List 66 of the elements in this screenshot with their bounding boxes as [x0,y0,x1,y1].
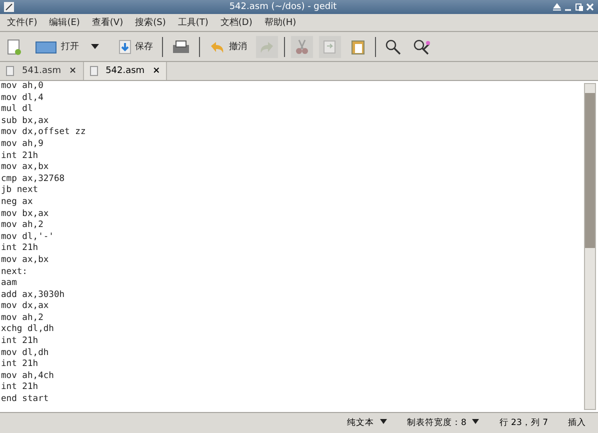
code-line: int 21h [1,150,40,162]
code-line: int 21h [1,382,40,394]
tab-width-selector[interactable]: 制表符宽度：8 [406,417,480,429]
menu-item[interactable]: 搜索(S) [135,16,166,29]
code-line: int 21h [1,336,40,348]
code-line: mov ah,2 [1,220,44,232]
cursor-position: 行 23，列 7 [499,417,548,429]
undo-icon [209,40,225,54]
code-line: jb next [1,185,40,197]
new-document-icon [7,38,21,54]
menu-item[interactable]: 工具(T) [178,16,208,29]
menu-item[interactable]: 帮助(H) [264,16,296,29]
code-line: mov dx,offset zz [1,127,87,139]
code-line: aam [1,278,18,290]
code-line: mov dl,'-' [1,232,55,243]
code-line: mov ax,bx [1,162,50,174]
code-line: sub bx,ax [1,116,50,127]
file-tab[interactable]: 542.asm × [84,62,168,80]
code-line: neg ax [1,196,34,209]
tab-label: 541.asm [22,66,62,76]
code-line: mov ax,bx [1,254,50,266]
menu-item[interactable]: 编辑(E) [49,16,80,29]
search-icon [385,38,401,54]
clipboard-icon [350,38,366,54]
caret-icon [91,44,99,49]
document-icon [6,66,14,76]
redo-icon [259,40,275,54]
print-icon [172,40,190,54]
open-button[interactable]: 打开 [32,36,82,58]
undo-button[interactable]: 撤消 [206,36,250,58]
language-selector[interactable]: 纯文本 [346,417,387,429]
folder-icon [35,40,57,54]
pencil-icon [4,2,14,12]
scissors-icon [294,38,310,54]
code-line: next: [1,266,28,278]
code-line: mov bx,ax [1,208,50,220]
code-line: cmp ax,32768 [1,174,66,185]
download-icon [119,40,131,54]
code-line: mov dl,4 [1,92,44,104]
document-icon [90,66,98,76]
code-line: int 21h [1,359,40,371]
menu-item[interactable]: 文档(D) [220,16,252,29]
window-title: 542.asm (~/dos) - gedit [228,2,338,12]
copy-icon [322,38,338,54]
menu-item[interactable]: 文件(F) [7,16,38,29]
code-line: mov ah,0 [1,81,44,93]
code-line: int 21h [1,243,40,255]
search-replace-icon [413,38,431,54]
code-line: add ax,3030h [1,290,66,301]
code-line: xchg dl,dh [1,324,55,336]
code-line: mul dl [1,104,34,116]
close-tab-button[interactable]: × [152,66,160,76]
code-line: mov ah,4ch [1,370,55,382]
insert-mode: 插入 [568,417,586,429]
close-tab-button[interactable]: × [69,66,77,76]
window-controls-icon[interactable] [552,2,594,12]
code-line: mov dx,ax [1,301,50,313]
save-button[interactable]: 保存 [116,36,156,58]
code-line: mov dl,dh [1,348,50,359]
code-line: mov ah,2 [1,312,44,324]
code-line: end start [1,394,50,406]
scrollbar[interactable] [584,83,596,410]
code-line: mov ah,9 [1,138,44,151]
tab-label: 542.asm [106,66,145,76]
menu-item[interactable]: 查看(V) [92,16,124,29]
scrollbar-thumb[interactable] [585,93,595,248]
